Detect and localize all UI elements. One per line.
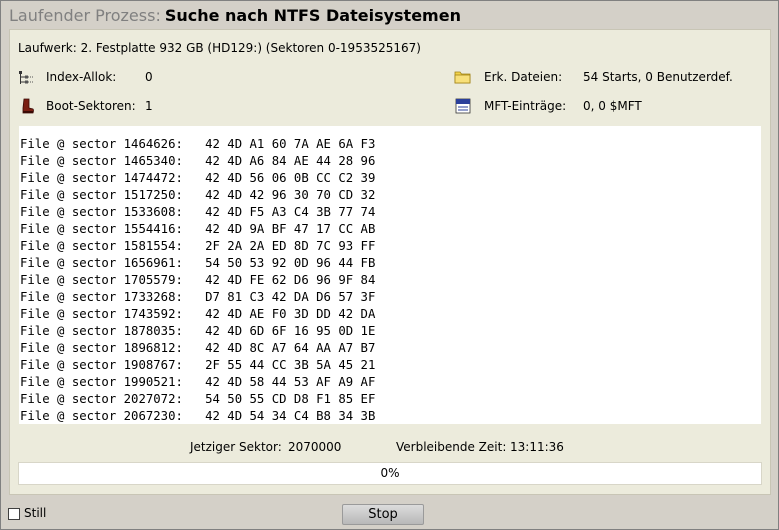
log-line: File @ sector 1743592: 42 4D AE F0 3D DD… <box>20 307 376 321</box>
log-line: File @ sector 1656961: 54 50 53 92 0D 96… <box>20 256 376 270</box>
log-line: File @ sector 1581554: 2F 2A 2A ED 8D 7C… <box>20 239 376 253</box>
still-checkbox-box[interactable] <box>8 507 20 520</box>
process-window: Laufender Prozess: Suche nach NTFS Dateis… <box>0 0 779 530</box>
remaining-time-value: 13:11:36 <box>510 440 564 454</box>
still-label: Still <box>24 506 47 520</box>
title-label: Laufender Prozess: <box>9 6 161 25</box>
boot-sectors-label: Boot-Sektoren: <box>46 99 136 113</box>
log-line: File @ sector 1465340: 42 4D A6 84 AE 44… <box>20 154 376 168</box>
index-alloc-value: 0 <box>145 70 153 84</box>
scan-log-lines: File @ sector 1464626: 42 4D A1 60 7A AE… <box>19 136 375 424</box>
file-icon <box>455 98 471 114</box>
remaining-time-label: Verbleibende Zeit: <box>396 440 507 454</box>
progress-text: 0% <box>380 466 400 480</box>
log-line: File @ sector 1464626: 42 4D A1 60 7A AE… <box>20 137 376 151</box>
progress-bar: 0% <box>18 462 762 485</box>
log-line: File @ sector 1878035: 42 4D 6D 6F 16 95… <box>20 324 376 338</box>
progress-panel: Laufwerk: 2. Festplatte 932 GB (HD129:) … <box>9 29 771 495</box>
log-line: File @ sector 2027072: 54 50 55 CD D8 F1… <box>20 392 376 406</box>
mft-entries-value: 0, 0 $MFT <box>583 99 642 113</box>
window-title: Laufender Prozess: Suche nach NTFS Dateis… <box>9 6 461 25</box>
current-sector-label: Jetziger Sektor: <box>190 440 282 454</box>
folder-icon <box>454 71 471 84</box>
log-line: File @ sector 1908767: 2F 55 44 CC 3B 5A… <box>20 358 376 372</box>
index-alloc-label: Index-Allok: <box>46 70 117 84</box>
found-files-value: 54 Starts, 0 Benutzerdef. <box>583 70 733 84</box>
log-line: File @ sector 1554416: 42 4D 9A BF 47 17… <box>20 222 376 236</box>
log-line: File @ sector 1474472: 42 4D 56 06 0B CC… <box>20 171 376 185</box>
found-files-label: Erk. Dateien: <box>484 70 563 84</box>
boot-icon <box>22 98 34 114</box>
log-line: File @ sector 1990521: 42 4D 58 44 53 AF… <box>20 375 376 389</box>
log-line: File @ sector 1896812: 42 4D 8C A7 64 AA… <box>20 341 376 355</box>
tree-icon <box>19 71 34 84</box>
mft-entries-label: MFT-Einträge: <box>484 99 567 113</box>
title-task: Suche nach NTFS Dateisystemen <box>164 6 461 25</box>
current-sector-value: 2070000 <box>288 440 342 454</box>
still-checkbox[interactable]: Still <box>8 506 46 520</box>
boot-sectors-value: 1 <box>145 99 153 113</box>
log-line: File @ sector 1533608: 42 4D F5 A3 C4 3B… <box>20 205 376 219</box>
log-line: File @ sector 1705579: 42 4D FE 62 D6 96… <box>20 273 376 287</box>
log-line: File @ sector 2067230: 42 4D 54 34 C4 B8… <box>20 409 376 423</box>
log-line: File @ sector 1733268: D7 81 C3 42 DA D6… <box>20 290 376 304</box>
scan-log[interactable]: File @ sector 1464626: 42 4D A1 60 7A AE… <box>19 126 761 424</box>
stop-button[interactable]: Stop <box>342 504 424 525</box>
drive-info: Laufwerk: 2. Festplatte 932 GB (HD129:) … <box>18 41 421 55</box>
log-line: File @ sector 1517250: 42 4D 42 96 30 70… <box>20 188 376 202</box>
